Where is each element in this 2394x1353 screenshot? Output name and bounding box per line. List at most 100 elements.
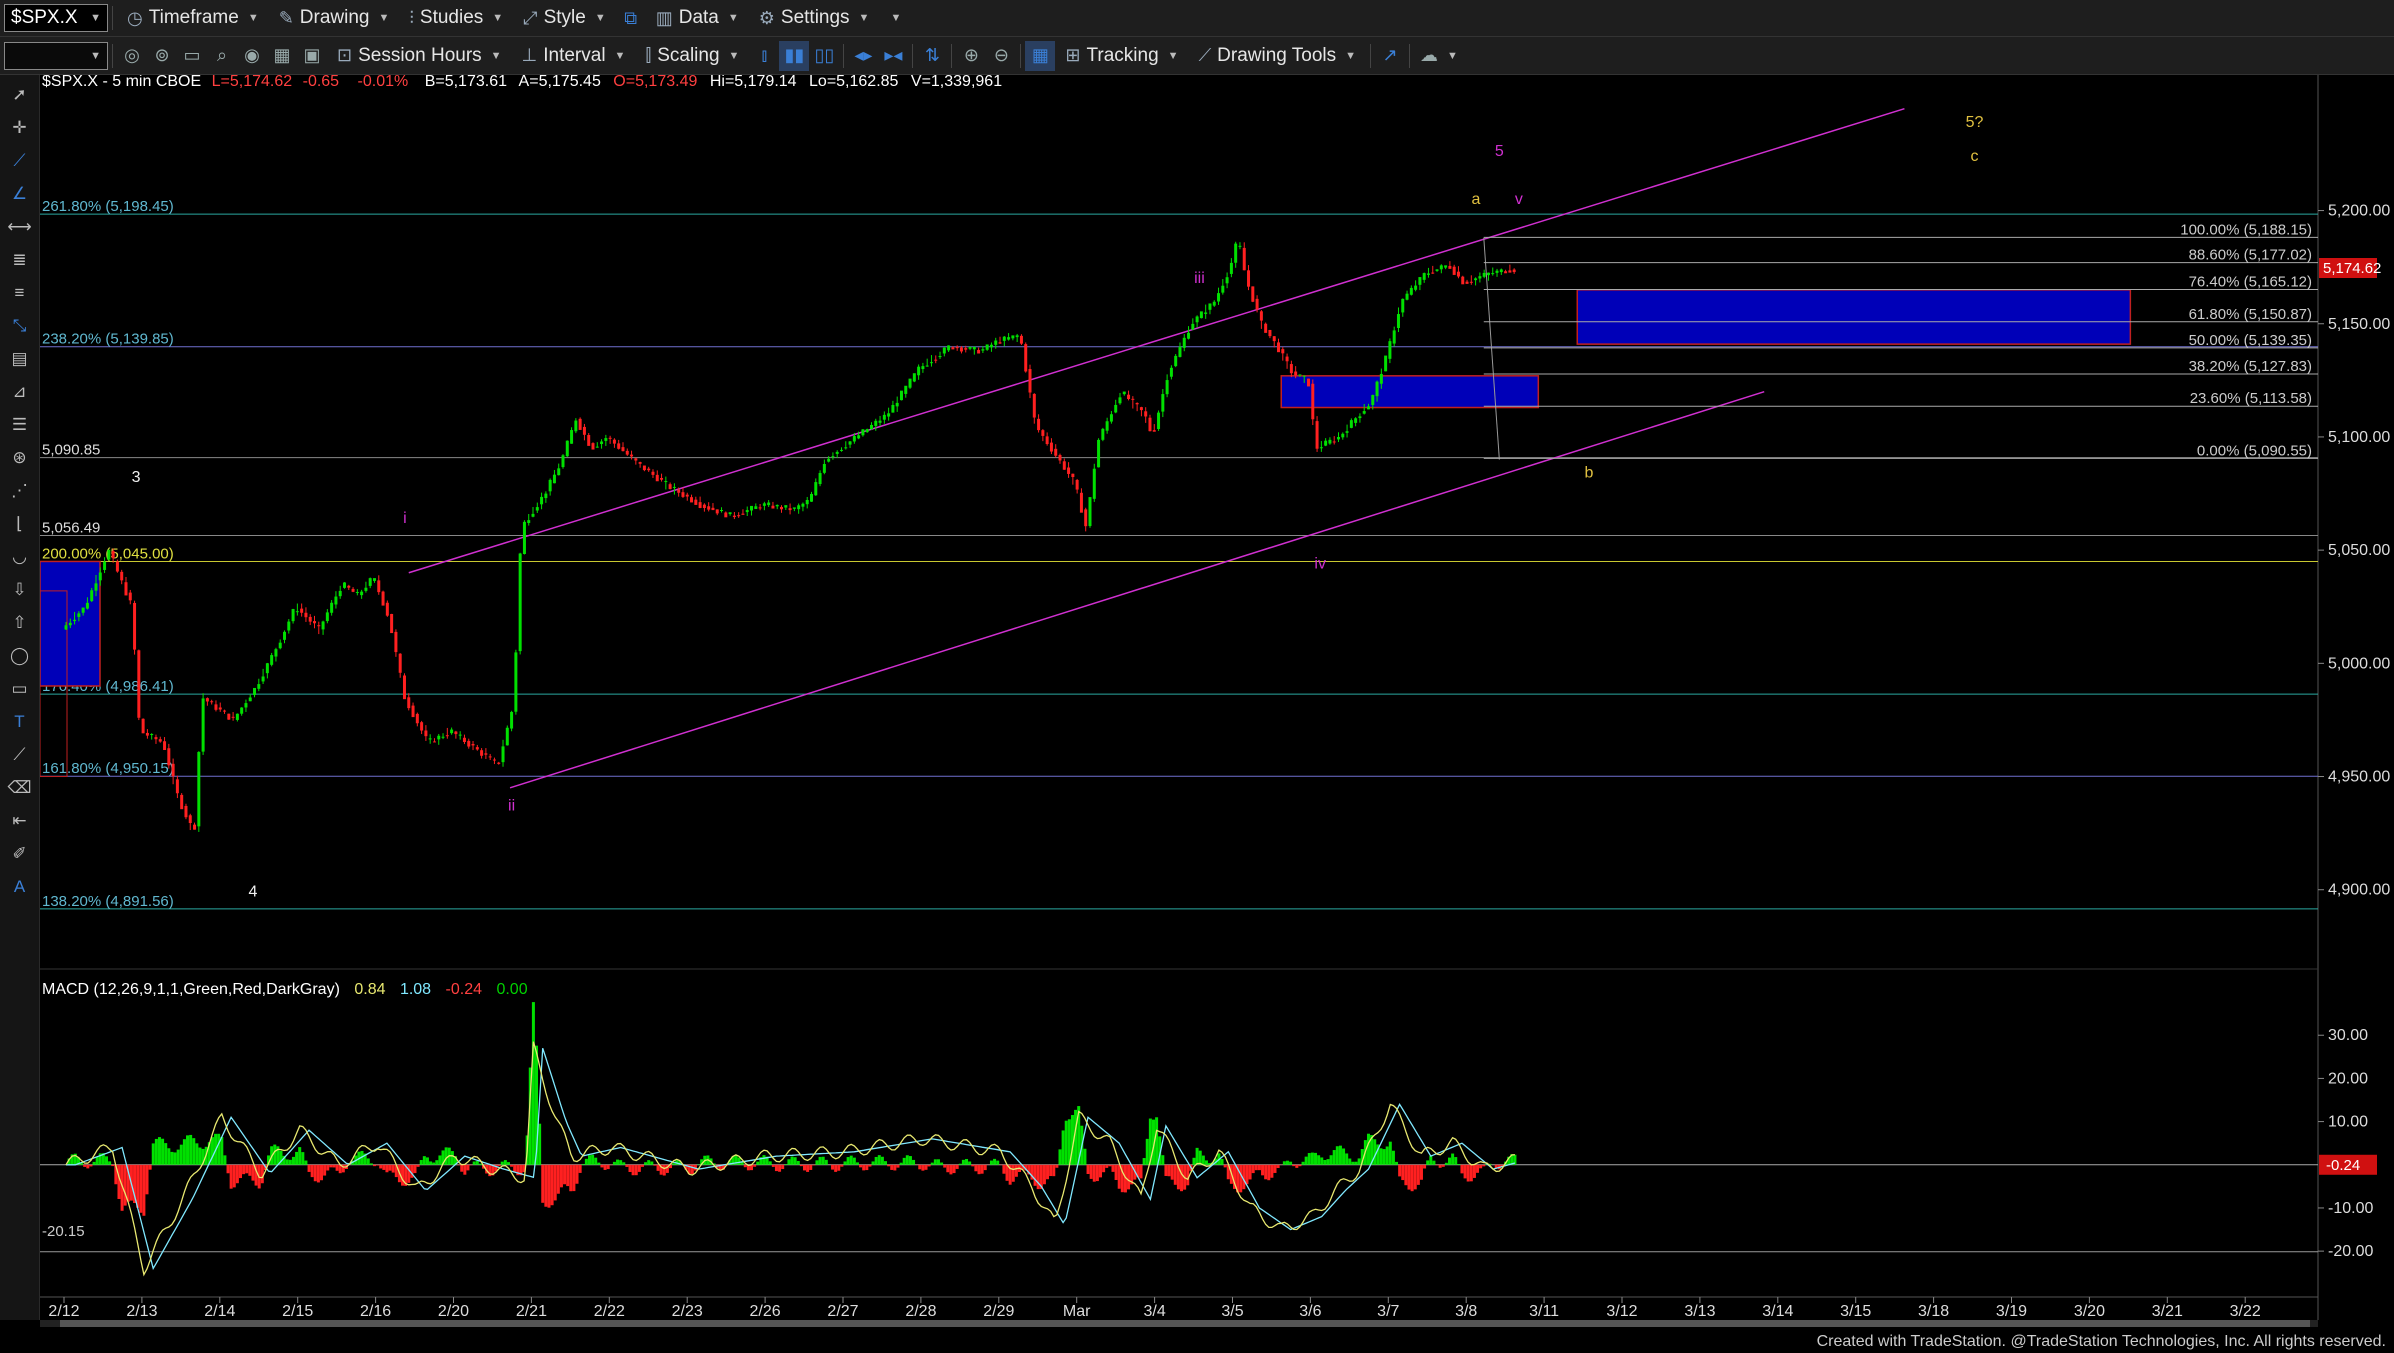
time-tick-label: 2/14 (204, 1303, 235, 1320)
candle-body (788, 508, 792, 511)
zone-rect-right (1576, 289, 2132, 345)
macd-min-label: -20.15 (42, 1223, 85, 1240)
fib-retracement-icon[interactable]: ≣ (6, 246, 34, 273)
time-tick-label: 2/16 (360, 1303, 391, 1320)
trendline-icon[interactable]: ⟋ (6, 147, 34, 174)
candle-body (861, 429, 865, 436)
link-icon[interactable]: ◎ (117, 41, 147, 71)
candlestick-icon[interactable]: ▮▮ (779, 40, 810, 71)
macd-hist-bar (569, 1164, 573, 1192)
studies-menu[interactable]: ⫶ Studies ▼ (399, 0, 513, 36)
cycle-icon[interactable]: ⌊ (6, 510, 34, 537)
data-menu[interactable]: ▥ Data ▼ (646, 0, 749, 36)
macd-hist-bar (1314, 1152, 1318, 1165)
macd-hist-bar (105, 1156, 109, 1165)
chevron-down-icon: ▼ (614, 49, 626, 62)
share-icon[interactable]: ↗ (1375, 41, 1405, 71)
macd-hist-bar (170, 1151, 174, 1165)
macd-hist-bar (1323, 1159, 1327, 1165)
fib-extension-icon[interactable]: ≡ (6, 279, 34, 306)
symbol-input[interactable]: $SPX.X ▼ (4, 4, 108, 32)
gann-icon[interactable]: ⊛ (6, 444, 34, 471)
zoom-in-icon[interactable]: ⊕ (956, 41, 986, 71)
candle-body (325, 612, 329, 622)
chart-area[interactable]: 261.80% (5,198.45) 238.20% (5,139.85) 5,09… (40, 75, 2394, 1340)
drawing-menu[interactable]: ✎ Drawing ▼ (269, 0, 400, 36)
macd-hist-bar (123, 1164, 127, 1206)
candle-body (690, 497, 694, 503)
split-icon[interactable]: ⇅ (917, 41, 947, 71)
macd-hist-bar (1111, 1164, 1115, 1172)
tracking-menu[interactable]: ⊞ Tracking ▼ (1055, 37, 1188, 74)
window-icon[interactable]: ▭ (177, 41, 207, 71)
timeframe-menu[interactable]: ◷ Timeframe ▼ (117, 0, 269, 36)
session-hours-menu[interactable]: ⊡ Session Hours ▼ (327, 37, 512, 74)
arrow-up-icon[interactable]: ⇧ (6, 609, 34, 636)
chevron-down-icon[interactable]: ▼ (1447, 50, 1458, 62)
drawing-tools-menu[interactable]: ⟋ Drawing Tools ▼ (1189, 37, 1366, 74)
candle-body (150, 734, 154, 736)
pointer-icon[interactable]: ➚ (6, 81, 34, 108)
grid-lines-icon[interactable]: ▦ (1025, 40, 1056, 71)
macd-hist-bar (1036, 1164, 1040, 1190)
ray-icon[interactable]: ∠ (6, 180, 34, 207)
candle-body (1478, 276, 1482, 279)
eraser-icon[interactable]: ⌫ (6, 774, 34, 801)
interval-menu[interactable]: ⊥ Interval ▼ (512, 37, 636, 74)
zoom-in-bars-icon[interactable]: ▸◂ (878, 41, 908, 71)
bar-chart-icon[interactable]: ⫾ (749, 41, 779, 71)
ellipse-icon[interactable]: ◯ (6, 642, 34, 669)
candle-body (728, 512, 732, 515)
zoom-chart-icon[interactable]: ⌕ (207, 41, 237, 71)
paint-icon[interactable]: ✐ (6, 840, 34, 867)
account-icon[interactable]: ◉ (237, 41, 267, 71)
channel-icon[interactable]: ⊿ (6, 378, 34, 405)
macd-hist-bar (1155, 1117, 1159, 1165)
ruler-icon[interactable]: ⟋ (6, 741, 34, 768)
arc-icon[interactable]: ◡ (6, 543, 34, 570)
macd-hist-bar (1407, 1164, 1411, 1190)
rectangle-icon[interactable]: ▭ (6, 675, 34, 702)
style-menu[interactable]: ⤢ Style ▼ (513, 0, 616, 36)
candle-body (257, 684, 261, 689)
settings-menu[interactable]: ⚙ Settings ▼ (749, 0, 880, 36)
macd-tick-label: 10.00 (2328, 1114, 2368, 1131)
candle-body (1191, 323, 1195, 330)
pitchfork-icon[interactable]: ☰ (6, 411, 34, 438)
regression-icon[interactable]: ⤡ (6, 312, 34, 339)
macd-hist-bar (416, 1164, 420, 1167)
grid-icon[interactable]: ▦ (267, 41, 297, 71)
macd-hist-bar (806, 1164, 810, 1172)
macd-hist-bar (1416, 1164, 1420, 1185)
macd-hist-bar (1382, 1149, 1386, 1165)
macd-hist-bar (553, 1164, 557, 1201)
more-icon[interactable]: ▼ (879, 3, 909, 33)
scrollbar-thumb[interactable] (60, 1320, 2310, 1327)
candle-body (253, 687, 257, 696)
text-tool-icon[interactable]: T (6, 708, 34, 735)
arrow-down-icon[interactable]: ⇩ (6, 576, 34, 603)
workspace-select[interactable]: ▼ (4, 41, 108, 70)
line-chart-icon[interactable]: ▯▯ (809, 41, 839, 71)
pencil-icon: ✎ (278, 7, 294, 28)
cloud-icon[interactable]: ☁ (1414, 41, 1444, 71)
horizontal-line-icon[interactable]: ⟷ (6, 213, 34, 240)
macd-hist-bar (887, 1164, 891, 1167)
candle-body (274, 649, 278, 657)
candle-body (612, 439, 616, 444)
fib-label-right: 100.00% (5,188.15) (2180, 221, 2312, 238)
text-icon[interactable]: ▤ (6, 345, 34, 372)
zoom-out-bars-icon[interactable]: ◂▸ (848, 41, 878, 71)
zoom-out-icon[interactable]: ⊖ (986, 41, 1016, 71)
speed-lines-icon[interactable]: ⋰ (6, 477, 34, 504)
time-tick-label: 2/28 (905, 1303, 936, 1320)
scaling-menu[interactable]: ⫿ Scaling ▼ (635, 37, 749, 74)
candle-body (814, 482, 818, 496)
layout-icon[interactable]: ⧉ (616, 3, 646, 33)
link2-icon[interactable]: ⊚ (147, 41, 177, 71)
crosshair-icon[interactable]: ✛ (6, 114, 34, 141)
annotation-icon[interactable]: A (6, 873, 34, 900)
macd-hist-bar (307, 1164, 311, 1172)
trend-angle-icon[interactable]: ⇤ (6, 807, 34, 834)
snapshot-icon[interactable]: ▣ (297, 41, 327, 71)
